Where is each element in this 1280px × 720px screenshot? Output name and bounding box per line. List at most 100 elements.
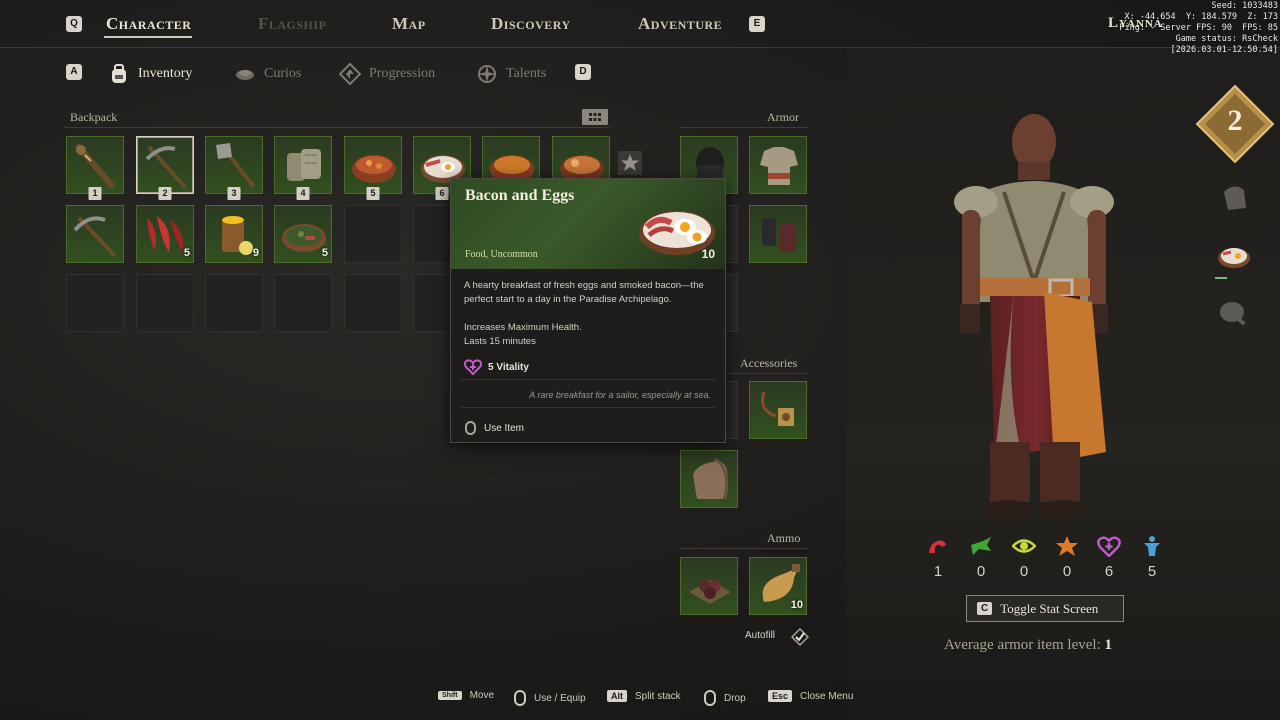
debug-line: Seed: 1033483	[1211, 1, 1278, 11]
tooltip-flavor: A rare breakfast for a sailor, especiall…	[529, 390, 711, 400]
pickaxe-icon	[73, 216, 117, 258]
food-quickslot-icon[interactable]	[1214, 236, 1254, 276]
backpack-slot[interactable]: 4	[274, 136, 332, 200]
subtab-talents[interactable]: Talents	[476, 63, 546, 85]
tab-adventure[interactable]: Adventure	[638, 14, 722, 34]
subtab-progression[interactable]: Progression	[339, 63, 435, 85]
subtab-inventory[interactable]: Inventory	[108, 63, 192, 85]
ammo-slot[interactable]: 10	[749, 557, 807, 615]
description-line: A hearty breakfast of fresh eggs and smo…	[464, 280, 704, 305]
tooltip-quantity: 10	[701, 247, 715, 261]
subtab-label: Progression	[369, 66, 436, 81]
item-tooltip: Bacon and Eggs Food, Uncommon 10 A heart…	[450, 178, 726, 443]
divider	[461, 407, 715, 408]
autofill-checkbox[interactable]	[791, 628, 809, 646]
mouse-icon	[465, 421, 476, 435]
progression-icon	[339, 63, 361, 85]
hint-close-menu: Esc Close Menu	[768, 690, 853, 702]
hint-label: Split stack	[635, 690, 681, 702]
shirt-icon	[760, 147, 798, 185]
divider	[680, 548, 808, 549]
ammo-slot[interactable]	[680, 557, 738, 615]
favorite-star-icon[interactable]	[618, 151, 642, 175]
toggle-label: Toggle Stat Screen	[1000, 600, 1099, 616]
hotbar-number: 6	[435, 187, 449, 200]
divider	[461, 379, 715, 380]
armor-title: Armor	[767, 110, 799, 124]
description-line: Increases Maximum Health.	[464, 322, 582, 333]
stat-value-dexterity: 0	[976, 563, 986, 580]
bandage-icon	[287, 149, 321, 181]
tooltip-vitality: 5 Vitality	[464, 359, 529, 375]
glove-slot-icon[interactable]	[1214, 178, 1254, 218]
backpack-slot-empty[interactable]	[205, 274, 263, 332]
item-quantity: 5	[183, 247, 190, 259]
backpack-slot[interactable]: 5	[274, 205, 332, 263]
mouse-left-icon	[514, 690, 526, 706]
backpack-slot[interactable]: 1	[66, 136, 124, 200]
hotbar-number: 4	[296, 187, 310, 200]
meat-slot-icon[interactable]	[1214, 294, 1254, 334]
amulet-icon	[761, 391, 794, 426]
hint-split-stack: Alt Split stack	[607, 690, 681, 702]
quickslot-indicator	[1215, 277, 1227, 279]
backpack-slot-empty[interactable]	[274, 274, 332, 332]
hint-move: Shift Move	[438, 690, 494, 701]
hotbar-number: 3	[227, 187, 241, 200]
hotbar-number: 5	[366, 187, 380, 200]
strength-icon	[929, 540, 946, 553]
tooltip-subtitle: Food, Uncommon	[465, 249, 538, 260]
spirit-icon	[1144, 536, 1160, 556]
tab-character[interactable]: Character	[106, 14, 191, 34]
tab-discovery[interactable]: Discovery	[491, 14, 571, 34]
item-quantity: 9	[252, 247, 259, 259]
grid-view-icon[interactable]	[582, 109, 608, 125]
spiked-club-icon	[74, 143, 116, 189]
backpack-slot-empty[interactable]	[344, 274, 402, 332]
hotbar-number: 2	[158, 187, 172, 200]
backpack-slot[interactable]	[66, 205, 124, 263]
subnav-next-key: D	[575, 64, 591, 80]
backpack-slot[interactable]: 5	[344, 136, 402, 200]
accessory-slot[interactable]	[680, 450, 738, 508]
nav-prev-key: Q	[66, 16, 82, 32]
backpack-slot-empty[interactable]	[66, 274, 124, 332]
backpack-slot-empty[interactable]	[344, 205, 402, 263]
hint-label: Use / Equip	[534, 692, 586, 704]
accessory-slot[interactable]	[749, 381, 807, 439]
tooltip-use-action[interactable]: Use Item	[465, 421, 524, 435]
toggle-stat-screen-button[interactable]: C Toggle Stat Screen	[966, 595, 1124, 622]
item-quantity: 5	[321, 247, 328, 259]
backpack-slot[interactable]: 9	[205, 205, 263, 263]
debug-line: X: -44.654 Y: 184.579 Z: 173	[1124, 12, 1278, 22]
armor-slot-legs[interactable]	[749, 205, 807, 263]
avg-label: Average armor item level:	[944, 637, 1101, 653]
subtab-label: Talents	[506, 66, 547, 81]
divider	[64, 127, 610, 128]
armor-slot-chest[interactable]	[749, 136, 807, 194]
tab-flagship[interactable]: Flagship	[258, 14, 326, 34]
use-item-label: Use Item	[484, 422, 525, 434]
esc-key: Esc	[768, 690, 793, 702]
hotbar-number: 1	[88, 187, 102, 200]
dexterity-icon	[971, 537, 991, 555]
active-tab-underline	[104, 36, 192, 38]
accessories-title: Accessories	[740, 356, 798, 370]
backpack-slot-empty[interactable]	[136, 274, 194, 332]
description-line: Lasts 15 minutes	[464, 336, 536, 347]
stat-value-strength: 1	[933, 563, 943, 580]
vitality-label: 5 Vitality	[488, 361, 529, 373]
shift-key: Shift	[438, 691, 462, 700]
avg-value: 1	[1104, 637, 1112, 653]
backpack-slot[interactable]: 2	[136, 136, 194, 200]
hint-use-equip: Use / Equip	[514, 690, 586, 706]
cannonballs-icon	[689, 580, 731, 604]
tab-map[interactable]: Map	[392, 14, 426, 34]
backpack-slot[interactable]: 3	[205, 136, 263, 200]
backpack-slot[interactable]: 5	[136, 205, 194, 263]
subtab-curios[interactable]: Curios	[234, 63, 301, 85]
vitality-icon	[1097, 536, 1121, 557]
debug-line: Game status: RsCheck	[1175, 34, 1278, 44]
hint-label: Drop	[724, 692, 746, 704]
subtab-label: Inventory	[138, 66, 193, 81]
